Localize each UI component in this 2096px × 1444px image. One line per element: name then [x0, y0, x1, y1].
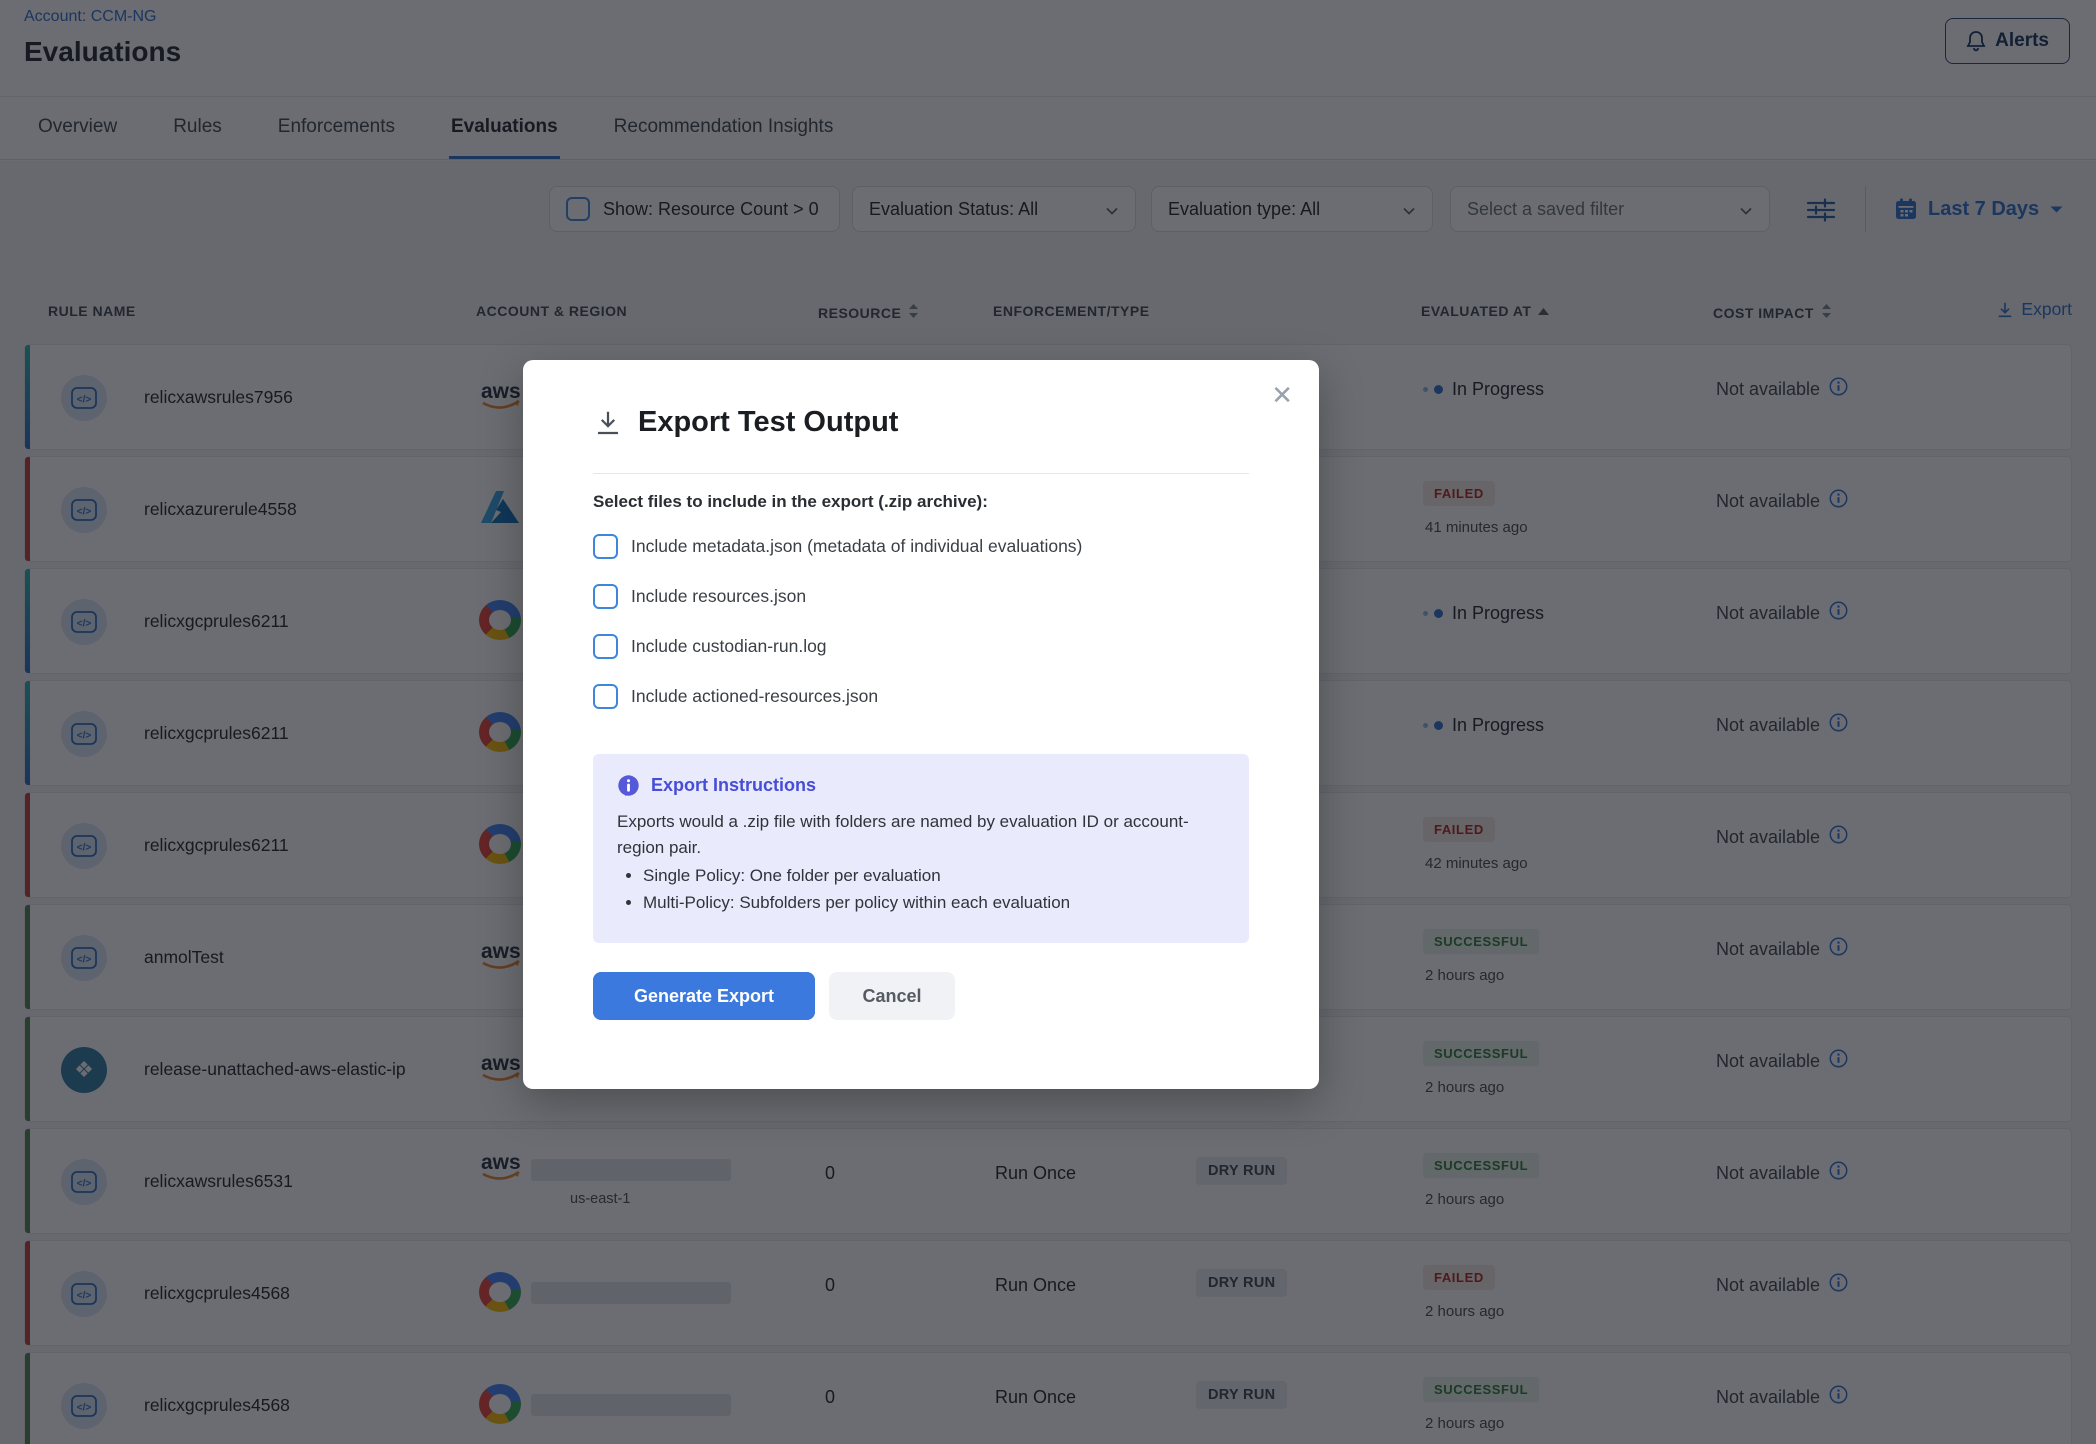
- generate-export-button[interactable]: Generate Export: [593, 972, 815, 1020]
- checkbox-label: Include custodian-run.log: [631, 636, 827, 657]
- download-icon: [593, 408, 623, 438]
- export-instructions-body: Exports would a .zip file with folders a…: [617, 809, 1217, 860]
- export-file-checkbox-row[interactable]: Include resources.json: [593, 584, 1253, 609]
- modal-divider: [593, 473, 1249, 474]
- export-file-checkbox-row[interactable]: Include custodian-run.log: [593, 634, 1253, 659]
- instruction-bullet: Multi-Policy: Subfolders per policy with…: [643, 893, 1225, 913]
- checkbox-label: Include metadata.json (metadata of indiv…: [631, 536, 1082, 557]
- close-icon[interactable]: ✕: [1271, 382, 1293, 408]
- export-file-checkbox-row[interactable]: Include metadata.json (metadata of indiv…: [593, 534, 1253, 559]
- checkbox-label: Include actioned-resources.json: [631, 686, 878, 707]
- select-files-label: Select files to include in the export (.…: [593, 492, 988, 512]
- checkbox-unchecked[interactable]: [593, 534, 618, 559]
- cancel-button[interactable]: Cancel: [829, 972, 955, 1020]
- evaluations-page: Account: CCM-NG Evaluations Alerts Overv…: [0, 0, 2096, 1444]
- instruction-bullet: Single Policy: One folder per evaluation: [643, 866, 1225, 886]
- export-file-checkbox-row[interactable]: Include actioned-resources.json: [593, 684, 1253, 709]
- checkbox-unchecked[interactable]: [593, 684, 618, 709]
- info-icon: [617, 774, 640, 797]
- export-instructions-title: Export Instructions: [651, 775, 816, 796]
- export-instructions-panel: Export Instructions Exports would a .zip…: [593, 754, 1249, 943]
- checkbox-label: Include resources.json: [631, 586, 806, 607]
- checkbox-unchecked[interactable]: [593, 634, 618, 659]
- modal-title: Export Test Output: [638, 406, 898, 439]
- export-test-output-modal: ✕ Export Test Output Select files to inc…: [523, 360, 1319, 1089]
- checkbox-unchecked[interactable]: [593, 584, 618, 609]
